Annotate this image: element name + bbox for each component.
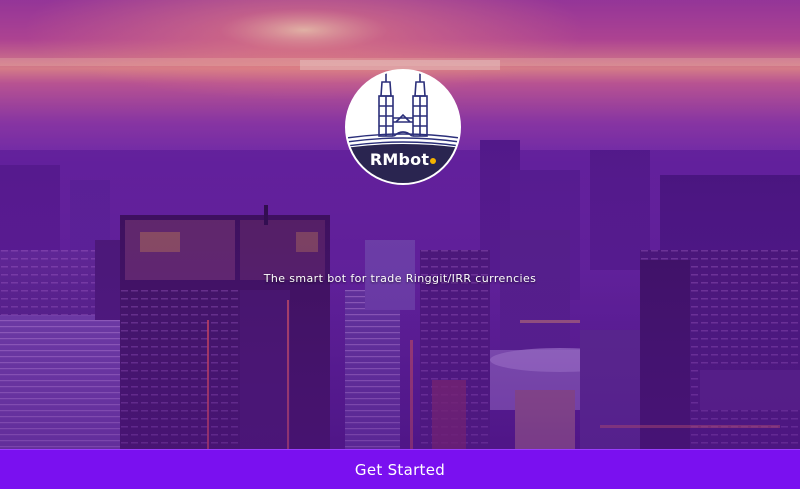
onboarding-screen: RMbot The smart bot for trade Ringgit/IR… [0, 0, 800, 489]
brand-wordmark: RMbot [344, 150, 462, 169]
get-started-button[interactable]: Get Started [0, 449, 800, 489]
tagline: The smart bot for trade Ringgit/IRR curr… [263, 272, 537, 285]
brand-accent-dot [430, 158, 437, 164]
brand-name: RMbot [369, 150, 430, 169]
